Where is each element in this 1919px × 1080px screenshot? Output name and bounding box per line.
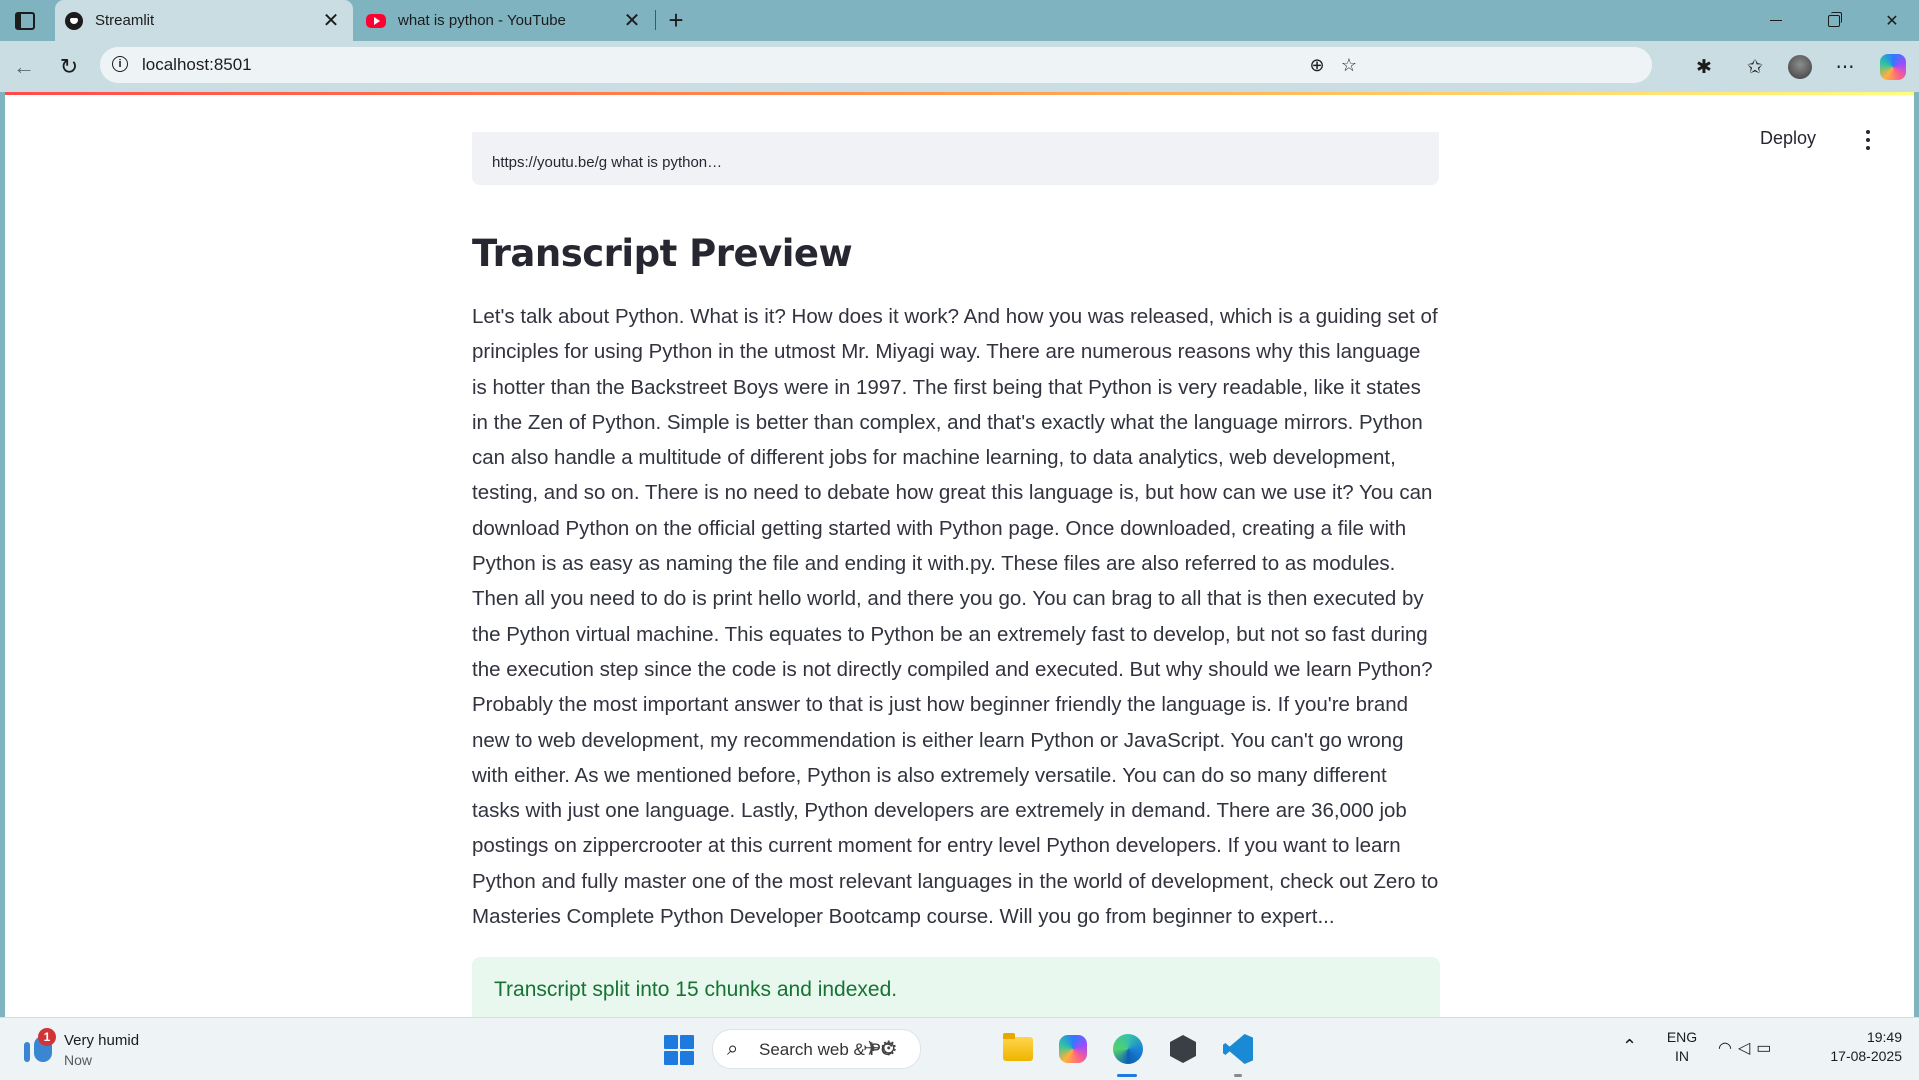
show-hidden-icons-button[interactable]: ⌃ <box>1622 1036 1637 1057</box>
language-region: IN <box>1675 1048 1689 1064</box>
youtube-icon <box>366 13 386 28</box>
back-button[interactable]: ← <box>8 51 40 83</box>
zoom-icon[interactable]: ⊕ <box>1306 54 1328 76</box>
taskbar-search[interactable]: ⌕ Search web & PC ✈︎⚙ <box>712 1029 921 1069</box>
previous-output-text: https://youtu.be/g what is python… <box>492 154 723 171</box>
clock[interactable]: 19:49 17-08-2025 <box>1812 1028 1902 1066</box>
copilot-icon <box>1880 54 1906 80</box>
tab-actions-button[interactable] <box>10 8 40 34</box>
tab-streamlit[interactable]: Streamlit ✕ <box>55 0 353 41</box>
success-alert: Transcript split into 15 chunks and inde… <box>472 957 1440 1017</box>
cube-app-icon <box>1170 1035 1196 1063</box>
vscode-running-indicator <box>1234 1074 1242 1077</box>
tab-close-button[interactable]: ✕ <box>620 9 644 33</box>
edge-active-indicator <box>1117 1074 1137 1077</box>
close-window-button[interactable]: ✕ <box>1863 0 1919 41</box>
main-menu-button[interactable] <box>1858 128 1878 152</box>
search-icon: ⌕ <box>727 1038 739 1060</box>
reload-button[interactable]: ↻ <box>53 51 85 83</box>
tab-actions-icon <box>15 12 35 30</box>
avatar <box>1788 55 1812 79</box>
back-arrow-icon: ← <box>13 54 35 79</box>
tab-title: what is python - YouTube <box>398 12 566 29</box>
copilot-taskbar-button[interactable] <box>1055 1031 1091 1067</box>
section-title: Transcript Preview <box>472 232 853 275</box>
file-explorer-button[interactable] <box>1000 1031 1036 1067</box>
copilot-button[interactable] <box>1877 51 1909 83</box>
restore-button[interactable] <box>1805 0 1863 41</box>
copilot-icon <box>1059 1035 1087 1063</box>
vscode-icon <box>1223 1034 1253 1064</box>
reload-icon: ↻ <box>59 54 79 79</box>
tab-close-button[interactable]: ✕ <box>319 9 343 33</box>
deploy-button[interactable]: Deploy <box>1760 128 1816 149</box>
browser-tab-bar: Streamlit ✕ what is python - YouTube ✕ +… <box>0 0 1919 41</box>
info-icon[interactable]: i <box>112 56 128 72</box>
search-highlight-icon: ✈︎⚙ <box>863 1038 898 1060</box>
tab-title: Streamlit <box>95 12 155 29</box>
folder-icon <box>1003 1033 1033 1061</box>
profile-button[interactable] <box>1784 51 1816 83</box>
favorite-star-icon[interactable]: ☆ <box>1338 54 1360 76</box>
taskbar: 1 Very humid Now ⌕ Search web & PC ✈︎⚙ ⌃… <box>0 1017 1919 1080</box>
edge-button[interactable] <box>1110 1031 1146 1067</box>
notification-badge: 1 <box>38 1028 56 1046</box>
streamlit-page: Deploy https://youtu.be/g what is python… <box>5 92 1914 1017</box>
extensions-icon[interactable]: ✱ <box>1688 51 1720 83</box>
volume-icon: ◁ <box>1737 1040 1757 1057</box>
edge-icon <box>1113 1034 1143 1064</box>
battery-icon: ▭ <box>1756 1040 1778 1057</box>
url-text: localhost:8501 <box>142 55 252 74</box>
previous-output-box: https://youtu.be/g what is python… <box>472 132 1439 185</box>
weather-condition: Very humid <box>64 1032 140 1049</box>
address-bar: ← ↻ i localhost:8501 ⊕ ☆ ✱ ✩ ⋯ <box>0 41 1919 92</box>
minimize-button[interactable] <box>1747 0 1805 41</box>
restore-icon <box>1828 11 1842 27</box>
weather-time: Now <box>64 1052 93 1068</box>
close-icon: ✕ <box>1885 12 1899 30</box>
url-field[interactable]: i localhost:8501 ⊕ ☆ <box>100 47 1652 83</box>
tab-youtube[interactable]: what is python - YouTube ✕ <box>356 0 654 41</box>
language-indicator[interactable]: ENG IN <box>1662 1028 1702 1066</box>
favorites-icon[interactable]: ✩ <box>1739 51 1771 83</box>
clock-time: 19:49 <box>1866 1029 1902 1045</box>
vscode-button[interactable] <box>1220 1031 1256 1067</box>
tab-separator <box>655 10 656 30</box>
new-tab-button[interactable]: + <box>662 7 690 35</box>
start-button[interactable] <box>664 1035 694 1065</box>
wifi-icon: ◠ <box>1718 1040 1738 1057</box>
weather-icon <box>24 1042 30 1062</box>
more-menu-icon[interactable]: ⋯ <box>1829 51 1861 83</box>
system-tray-icons[interactable]: ◠◁▭ <box>1718 1038 1777 1058</box>
header-accent-line <box>5 92 1914 95</box>
streamlit-icon <box>65 11 83 30</box>
clock-date: 17-08-2025 <box>1830 1048 1902 1064</box>
minimize-icon <box>1770 20 1782 21</box>
transcript-preview-text: Let's talk about Python. What is it? How… <box>472 305 1439 929</box>
app-cube-button[interactable] <box>1165 1031 1201 1067</box>
language-code: ENG <box>1666 1029 1698 1045</box>
success-message: Transcript split into 15 chunks and inde… <box>494 978 898 1001</box>
